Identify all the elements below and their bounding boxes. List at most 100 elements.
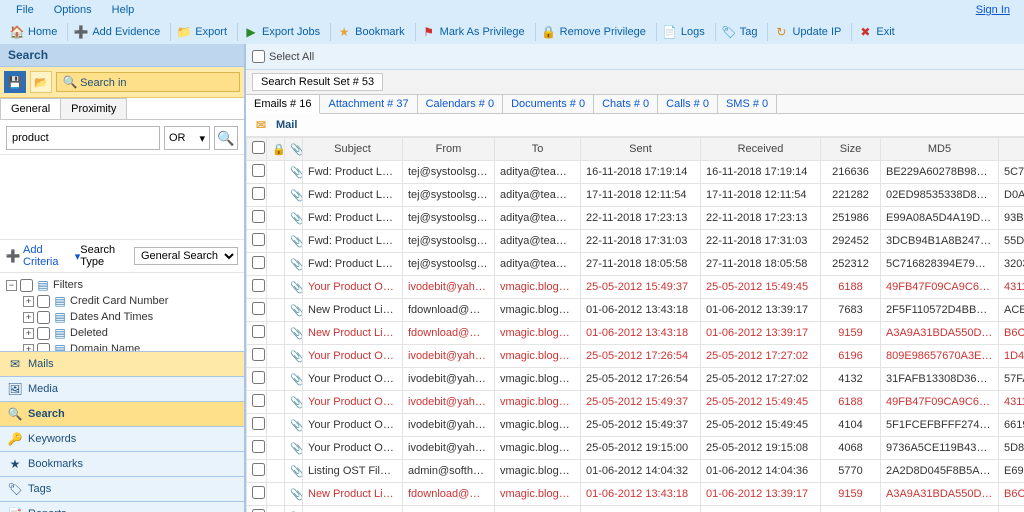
table-row[interactable]: 📎Your Product On …ivodebit@yahoo.c…vmagi… <box>247 345 1024 368</box>
row-checkbox[interactable] <box>252 302 265 315</box>
tree-expand[interactable]: + <box>23 296 34 307</box>
row-checkbox[interactable] <box>252 440 265 453</box>
row-checkbox[interactable] <box>252 371 265 384</box>
table-row[interactable]: 📎Your Product On …ivodebit@yahoo.c…vmagi… <box>247 506 1024 512</box>
col-to[interactable]: To <box>495 138 581 161</box>
category-tab[interactable]: Documents # 0 <box>503 95 594 113</box>
row-checkbox[interactable] <box>252 279 265 292</box>
table-row[interactable]: 📎Your Product On …ivodebit@yahoo.c…vmagi… <box>247 368 1024 391</box>
nav-keywords[interactable]: 🔑Keywords <box>0 426 244 451</box>
row-checkbox[interactable] <box>252 394 265 407</box>
tab-proximity[interactable]: Proximity <box>60 98 127 119</box>
export-jobs-button[interactable]: ▶Export Jobs <box>237 23 326 41</box>
operator-dropdown[interactable]: OR▾ <box>164 126 210 150</box>
filter-checkbox[interactable] <box>37 295 50 308</box>
nav-search[interactable]: 🔍Search <box>0 401 244 426</box>
row-checkbox[interactable] <box>252 164 265 177</box>
col-md5[interactable]: MD5 <box>881 138 999 161</box>
filter-label[interactable]: Deleted <box>70 327 108 339</box>
remove-privilege-button[interactable]: 🔒Remove Privilege <box>535 23 652 41</box>
result-set-tab[interactable]: Search Result Set # 53 <box>252 73 383 91</box>
category-tab[interactable]: Attachment # 37 <box>320 95 417 113</box>
tree-expand[interactable]: + <box>23 312 34 323</box>
menu-help[interactable]: Help <box>102 2 145 18</box>
table-row[interactable]: 📎Fwd: Product Lau…tej@systoolsgrou…adity… <box>247 184 1024 207</box>
category-tab[interactable]: SMS # 0 <box>718 95 777 113</box>
tree-collapse[interactable]: − <box>6 280 17 291</box>
tree-expand[interactable]: + <box>23 344 34 352</box>
table-row[interactable]: 📎Fwd: Product Lau…tej@systoolsgrou…adity… <box>247 230 1024 253</box>
table-row[interactable]: 📎Fwd: Product Lau…tej@systoolsgrou…adity… <box>247 161 1024 184</box>
row-checkbox[interactable] <box>252 256 265 269</box>
row-checkbox[interactable] <box>252 233 265 246</box>
col-received[interactable]: Received <box>701 138 821 161</box>
table-row[interactable]: 📎New Product Listi…fdownload@mail…vmagic… <box>247 299 1024 322</box>
nav-bookmarks[interactable]: ★Bookmarks <box>0 451 244 476</box>
tag-button[interactable]: 🏷Tag <box>715 23 764 41</box>
search-in-dropdown[interactable]: 🔍 Search in <box>56 72 240 92</box>
cell-size: 221282 <box>821 184 881 207</box>
menu-options[interactable]: Options <box>44 2 102 18</box>
menu-file[interactable]: File <box>6 2 44 18</box>
row-checkbox[interactable] <box>252 348 265 361</box>
row-checkbox[interactable] <box>252 463 265 476</box>
col-subject[interactable]: Subject <box>303 138 403 161</box>
mark-privilege-button[interactable]: ⚑Mark As Privilege <box>415 23 531 41</box>
filter-label[interactable]: Domain Name <box>70 343 140 351</box>
table-row[interactable]: 📎Listing OST File C…admin@softholm…vmagi… <box>247 460 1024 483</box>
col-lock[interactable]: 🔒 <box>267 138 285 161</box>
col-size[interactable]: Size <box>821 138 881 161</box>
table-row[interactable]: 📎Your Product On …ivodebit@yahoo.c…vmagi… <box>247 276 1024 299</box>
search-type-select[interactable]: General Search <box>134 247 238 265</box>
nav-tags[interactable]: 🏷Tags <box>0 476 244 501</box>
row-checkbox[interactable] <box>252 325 265 338</box>
open-search-button[interactable]: 📂 <box>30 71 52 93</box>
table-row[interactable]: 📎New Product Listi…fdownload@mail…vmagic… <box>247 322 1024 345</box>
col-sent[interactable]: Sent <box>581 138 701 161</box>
filter-checkbox[interactable] <box>37 343 50 352</box>
table-row[interactable]: 📎Fwd: Product Lau…tej@systoolsgrou…adity… <box>247 253 1024 276</box>
filters-checkbox[interactable] <box>20 279 33 292</box>
row-checkbox[interactable] <box>252 417 265 430</box>
table-row[interactable]: 📎Your Product On …ivodebit@yahoo.c…vmagi… <box>247 437 1024 460</box>
logs-button[interactable]: 📄Logs <box>656 23 711 41</box>
table-row[interactable]: 📎Fwd: Product Lau…tej@systoolsgrou…adity… <box>247 207 1024 230</box>
filter-checkbox[interactable] <box>37 327 50 340</box>
export-button[interactable]: 📁Export <box>170 23 233 41</box>
category-tab[interactable]: Calls # 0 <box>658 95 718 113</box>
row-checkbox[interactable] <box>252 486 265 499</box>
cell-sent: 01-06-2012 13:43:18 <box>581 299 701 322</box>
tab-general[interactable]: General <box>0 98 61 119</box>
update-ip-button[interactable]: ↻Update IP <box>767 23 847 41</box>
category-tab[interactable]: Chats # 0 <box>594 95 658 113</box>
filter-label[interactable]: Dates And Times <box>70 311 153 323</box>
save-search-button[interactable]: 💾 <box>4 71 26 93</box>
row-checkbox[interactable] <box>252 187 265 200</box>
table-row[interactable]: 📎New Product Listi…fdownload@mail…vmagic… <box>247 483 1024 506</box>
add-criteria-link[interactable]: ➕Add Criteria ▾ <box>6 244 80 268</box>
sign-in-link[interactable]: Sign In <box>968 2 1018 18</box>
category-tab[interactable]: Calendars # 0 <box>418 95 504 113</box>
col-from[interactable]: From <box>403 138 495 161</box>
table-row[interactable]: 📎Your Product On …ivodebit@yahoo.c…vmagi… <box>247 414 1024 437</box>
add-evidence-button[interactable]: ➕Add Evidence <box>67 23 166 41</box>
nav-media[interactable]: 🖼Media <box>0 376 244 401</box>
col-sha1[interactable]: SHA1 <box>999 138 1024 161</box>
filter-checkbox[interactable] <box>37 311 50 324</box>
exit-button[interactable]: ✖Exit <box>851 23 900 41</box>
nav-mails[interactable]: ✉Mails <box>0 351 244 376</box>
nav-reports[interactable]: 📑Reports <box>0 501 244 512</box>
run-search-button[interactable]: 🔍 <box>214 126 238 150</box>
col-check[interactable] <box>247 138 267 161</box>
bookmark-button[interactable]: ★Bookmark <box>330 23 411 41</box>
select-all-checkbox[interactable]: Select All <box>252 50 314 63</box>
category-tab[interactable]: Emails # 16 <box>246 95 320 114</box>
search-input[interactable] <box>6 126 160 150</box>
home-button[interactable]: 🏠Home <box>4 23 63 41</box>
filter-label[interactable]: Credit Card Number <box>70 295 168 307</box>
table-row[interactable]: 📎Your Product On …ivodebit@yahoo.c…vmagi… <box>247 391 1024 414</box>
tree-expand[interactable]: + <box>23 328 34 339</box>
row-checkbox[interactable] <box>252 210 265 223</box>
filters-root-label[interactable]: Filters <box>53 279 83 291</box>
col-attachment[interactable]: 📎 <box>285 138 303 161</box>
